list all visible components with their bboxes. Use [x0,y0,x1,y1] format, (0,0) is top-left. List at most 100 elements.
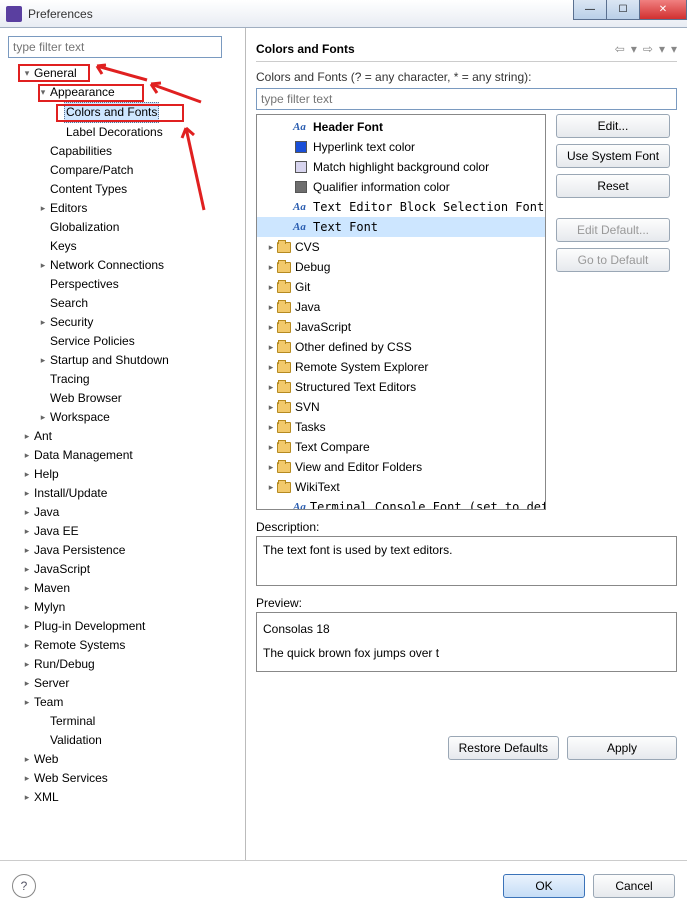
caret-right-icon[interactable]: ▸ [265,362,277,373]
caret-right-icon[interactable]: ▸ [22,617,32,636]
tree-item[interactable]: ▸Globalization [8,218,237,237]
caret-down-icon[interactable]: ▾ [38,83,48,102]
tree-item[interactable]: ▸Search [8,294,237,313]
caret-right-icon[interactable]: ▸ [265,442,277,453]
tree-item[interactable]: ▸Run/Debug [8,655,237,674]
caret-right-icon[interactable]: ▸ [265,482,277,493]
tree-item[interactable]: ▸Web Browser [8,389,237,408]
caret-right-icon[interactable]: ▸ [22,674,32,693]
caret-right-icon[interactable]: ▸ [265,322,277,333]
tree-item[interactable]: ▸Compare/Patch [8,161,237,180]
caret-right-icon[interactable]: ▸ [38,351,48,370]
caret-right-icon[interactable]: ▸ [22,693,32,712]
caret-right-icon[interactable]: ▸ [265,302,277,313]
caret-right-icon[interactable]: ▸ [265,342,277,353]
colors-fonts-item[interactable]: AaHeader Font [257,117,545,137]
caret-right-icon[interactable]: ▸ [38,408,48,427]
close-button[interactable]: ✕ [639,0,687,20]
preferences-tree[interactable]: ▾General▾Appearance▸Colors and Fonts▸Lab… [8,64,237,807]
caret-down-icon[interactable]: ▾ [22,64,32,83]
caret-right-icon[interactable]: ▸ [265,422,277,433]
edit-button[interactable]: Edit... [556,114,670,138]
caret-right-icon[interactable]: ▸ [22,788,32,807]
caret-right-icon[interactable]: ▸ [265,462,277,473]
colors-fonts-item[interactable]: Qualifier information color [257,177,545,197]
back-menu-icon[interactable]: ▾ [631,42,637,56]
caret-right-icon[interactable]: ▸ [38,313,48,332]
ok-button[interactable]: OK [503,874,585,898]
colors-fonts-item[interactable]: AaText Editor Block Selection Font [257,197,545,217]
colors-fonts-item[interactable]: ▸CVS [257,237,545,257]
tree-item[interactable]: ▸Label Decorations [8,123,237,142]
colors-fonts-item[interactable]: ▸Structured Text Editors [257,377,545,397]
colors-fonts-item[interactable]: ▸SVN [257,397,545,417]
caret-right-icon[interactable]: ▸ [22,484,32,503]
caret-right-icon[interactable]: ▸ [22,655,32,674]
caret-right-icon[interactable]: ▸ [265,242,277,253]
caret-right-icon[interactable]: ▸ [22,769,32,788]
colors-fonts-item[interactable]: ▸View and Editor Folders [257,457,545,477]
tree-item[interactable]: ▸Validation [8,731,237,750]
tree-item[interactable]: ▸Terminal [8,712,237,731]
right-filter-input[interactable] [256,88,677,110]
colors-fonts-item[interactable]: ▸Debug [257,257,545,277]
tree-item[interactable]: ▸Tracing [8,370,237,389]
caret-right-icon[interactable]: ▸ [22,598,32,617]
caret-right-icon[interactable]: ▸ [22,636,32,655]
colors-fonts-item[interactable]: ▸Tasks [257,417,545,437]
colors-fonts-item[interactable]: ▸JavaScript [257,317,545,337]
menu-icon[interactable]: ▾ [671,42,677,56]
colors-fonts-item[interactable]: ▸Java [257,297,545,317]
minimize-button[interactable]: — [573,0,607,20]
restore-defaults-button[interactable]: Restore Defaults [448,736,559,760]
use-system-font-button[interactable]: Use System Font [556,144,670,168]
colors-fonts-item[interactable]: Hyperlink text color [257,137,545,157]
tree-item[interactable]: ▸Java EE [8,522,237,541]
help-icon[interactable]: ? [12,874,36,898]
forward-menu-icon[interactable]: ▾ [659,42,665,56]
tree-item[interactable]: ▸Colors and Fonts [8,102,237,123]
colors-fonts-item[interactable]: AaText Font [257,217,545,237]
tree-item[interactable]: ▸Server [8,674,237,693]
caret-right-icon[interactable]: ▸ [265,282,277,293]
colors-fonts-tree[interactable]: AaHeader FontHyperlink text colorMatch h… [256,114,546,510]
caret-right-icon[interactable]: ▸ [22,750,32,769]
tree-item[interactable]: ▸Data Management [8,446,237,465]
caret-right-icon[interactable]: ▸ [22,446,32,465]
caret-right-icon[interactable]: ▸ [22,579,32,598]
tree-item[interactable]: ▸Content Types [8,180,237,199]
tree-item[interactable]: ▸Plug-in Development [8,617,237,636]
tree-item[interactable]: ▸Maven [8,579,237,598]
colors-fonts-item[interactable]: Match highlight background color [257,157,545,177]
tree-item[interactable]: ▸Java [8,503,237,522]
tree-item[interactable]: ▸Help [8,465,237,484]
caret-right-icon[interactable]: ▸ [265,382,277,393]
maximize-button[interactable]: ☐ [606,0,640,20]
tree-item[interactable]: ▾Appearance [8,83,237,102]
apply-button[interactable]: Apply [567,736,677,760]
tree-item[interactable]: ▸Ant [8,427,237,446]
caret-right-icon[interactable]: ▸ [22,427,32,446]
tree-item[interactable]: ▸Service Policies [8,332,237,351]
cancel-button[interactable]: Cancel [593,874,675,898]
caret-right-icon[interactable]: ▸ [22,522,32,541]
back-icon[interactable]: ⇦ [615,42,625,56]
tree-item[interactable]: ▸Team [8,693,237,712]
caret-right-icon[interactable]: ▸ [22,560,32,579]
left-filter-input[interactable] [8,36,222,58]
tree-item[interactable]: ▸Perspectives [8,275,237,294]
tree-item[interactable]: ▸Workspace [8,408,237,427]
caret-right-icon[interactable]: ▸ [265,402,277,413]
caret-right-icon[interactable]: ▸ [38,256,48,275]
tree-item[interactable]: ▸Mylyn [8,598,237,617]
caret-right-icon[interactable]: ▸ [22,541,32,560]
tree-item[interactable]: ▸Remote Systems [8,636,237,655]
colors-fonts-item[interactable]: ▸Remote System Explorer [257,357,545,377]
tree-item[interactable]: ▾General [8,64,237,83]
tree-item[interactable]: ▸Java Persistence [8,541,237,560]
tree-item[interactable]: ▸Editors [8,199,237,218]
colors-fonts-item[interactable]: ▸Other defined by CSS [257,337,545,357]
colors-fonts-item[interactable]: ▸Text Compare [257,437,545,457]
tree-item[interactable]: ▸Keys [8,237,237,256]
tree-item[interactable]: ▸Network Connections [8,256,237,275]
